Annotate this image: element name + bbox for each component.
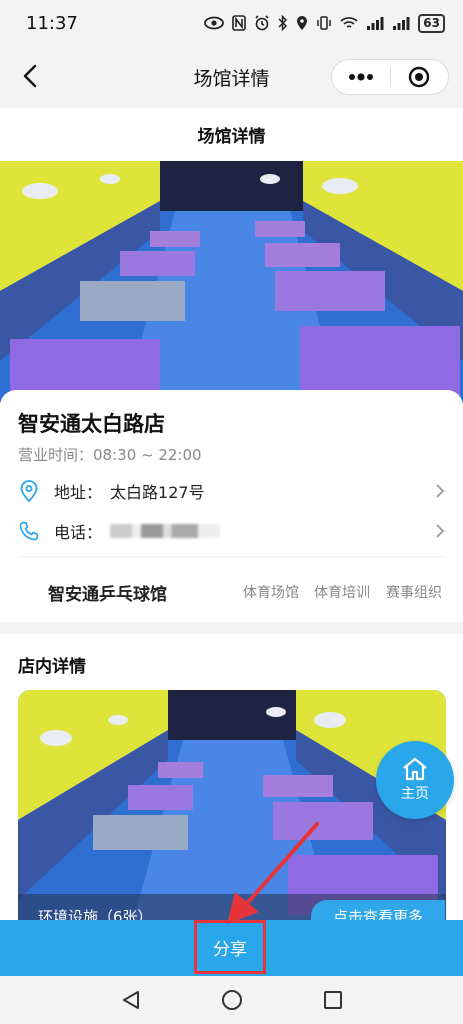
view-more-button[interactable]: 点击查看更多 [311,900,445,920]
hours-label: 营业时间： [18,446,94,464]
phone-label: 电话： [54,523,103,542]
square-recents-icon [323,991,342,1009]
chevron-right-icon [436,484,445,498]
tag-sports-training[interactable]: 体育培训 [314,582,370,602]
hours-value: 08:30 ~ 22:00 [93,446,202,464]
phone-row[interactable]: 电话： [18,514,445,548]
home-icon [403,757,427,781]
more-dots-icon [348,73,373,81]
back-button[interactable] [14,60,46,92]
address-label: 地址： [54,483,103,502]
battery-icon: 63 [418,13,445,33]
system-home-button[interactable] [212,980,252,1020]
address-value: 太白路127号 [110,483,205,502]
home-button[interactable]: 主页 [376,741,454,819]
status-icons: 63 [204,13,445,33]
location-icon [297,16,308,30]
share-button[interactable]: 分享 [194,920,266,974]
status-time: 11:37 [26,12,78,34]
venue-section-title: 场馆详情 [197,127,266,147]
triangle-back-icon [122,991,139,1009]
nfc-icon [232,15,247,31]
close-button[interactable] [391,60,449,94]
more-button[interactable] [332,60,390,94]
status-bar: 11:37 63 [0,0,463,46]
system-recents-button[interactable] [313,980,353,1020]
address-row[interactable]: 地址： 太白路127号 [18,474,445,508]
share-bar: 分享 [0,920,463,976]
vibrate-icon [317,16,332,30]
chevron-right-icon [436,524,445,538]
signal-icon [367,17,384,30]
mini-program-capsule [331,59,449,95]
target-close-icon [409,66,430,88]
store-section-title: 店内详情 [18,657,86,677]
home-button-label: 主页 [401,786,429,802]
bluetooth-icon [278,15,288,31]
business-hours: 营业时间：08:30 ~ 22:00 [18,444,202,465]
brand-name: 智安通乒乓球馆 [48,585,167,605]
nav-bar: 场馆详情 [0,46,463,108]
circle-home-icon [221,990,242,1010]
venue-name: 智安通太白路店 [18,412,165,436]
location-pin-icon [18,480,40,502]
system-back-button[interactable] [111,980,151,1020]
wifi-icon [340,17,358,28]
system-nav-bar [0,976,463,1024]
venue-hero-photo[interactable] [0,161,463,403]
store-interior-image [18,690,446,920]
table-tennis-hall-image [0,161,463,403]
photo-caption: 环境设施（6张） [38,908,153,920]
venue-card: 场馆详情 智安通太白路店 营业时间：08:30 ~ 22:00 地址： 太白路1… [0,108,463,622]
tag-sports-venue[interactable]: 体育场馆 [243,582,299,602]
venue-info-panel: 智安通太白路店 营业时间：08:30 ~ 22:00 地址： 太白路127号 电… [0,390,463,622]
redacted-phone-number [110,524,221,538]
divider [18,556,445,557]
signal-icon [393,17,410,30]
back-arrow-icon [23,64,37,88]
eye-icon [204,16,225,30]
phone-icon [18,520,40,542]
tag-event-organization[interactable]: 赛事组织 [386,582,442,602]
store-photo[interactable]: 环境设施（6张） [18,690,446,920]
alarm-icon [255,15,269,31]
